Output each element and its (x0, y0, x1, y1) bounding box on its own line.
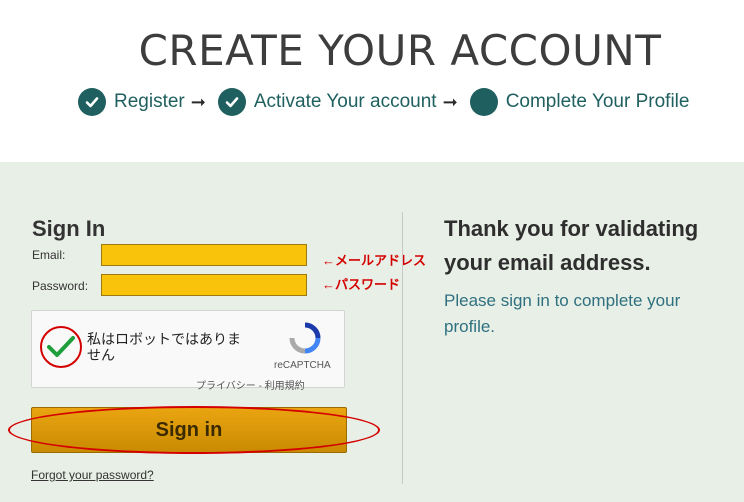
annotation-circle (40, 326, 82, 368)
annotation-ellipse (8, 406, 380, 454)
step-label: Complete Your Profile (505, 91, 690, 112)
recaptcha-label: 私はロボットではありません (87, 331, 241, 363)
thank-you-heading: Thank you for validating your email addr… (444, 216, 699, 275)
email-annotation: ←メールアドレス (322, 253, 427, 268)
vertical-divider (402, 212, 403, 484)
password-annotation: ←パスワード (322, 277, 401, 292)
recaptcha-links[interactable]: プライバシー - 利用規約 (196, 377, 305, 392)
filled-circle-icon (469, 88, 498, 116)
recaptcha-brand: reCAPTCHA (274, 360, 331, 371)
check-circle-icon (217, 88, 246, 116)
check-circle-icon (78, 88, 106, 116)
step-register: Register (78, 88, 185, 116)
forgot-password-link[interactable]: Forgot your password? (31, 468, 154, 482)
email-label: Email: (32, 248, 66, 262)
password-label: Password: (32, 279, 89, 293)
arrow-right-icon: ➞ (442, 91, 458, 112)
progress-steps: Register ➞ Activate Your account ➞ Compl… (78, 86, 689, 118)
step-complete-profile: Complete Your Profile (469, 88, 690, 116)
thank-you-body: Please sign in to complete your profile. (444, 291, 681, 336)
recaptcha-logo-icon (288, 321, 322, 360)
email-field[interactable] (101, 244, 307, 266)
arrow-right-icon: ➞ (190, 91, 206, 112)
password-field[interactable] (101, 274, 307, 296)
step-label: Activate Your account (253, 91, 437, 112)
signin-title: Sign In (32, 216, 106, 241)
step-activate: Activate Your account (217, 88, 437, 116)
step-label: Register (114, 91, 185, 112)
page-title: CREATE YOUR ACCOUNT (138, 26, 662, 75)
